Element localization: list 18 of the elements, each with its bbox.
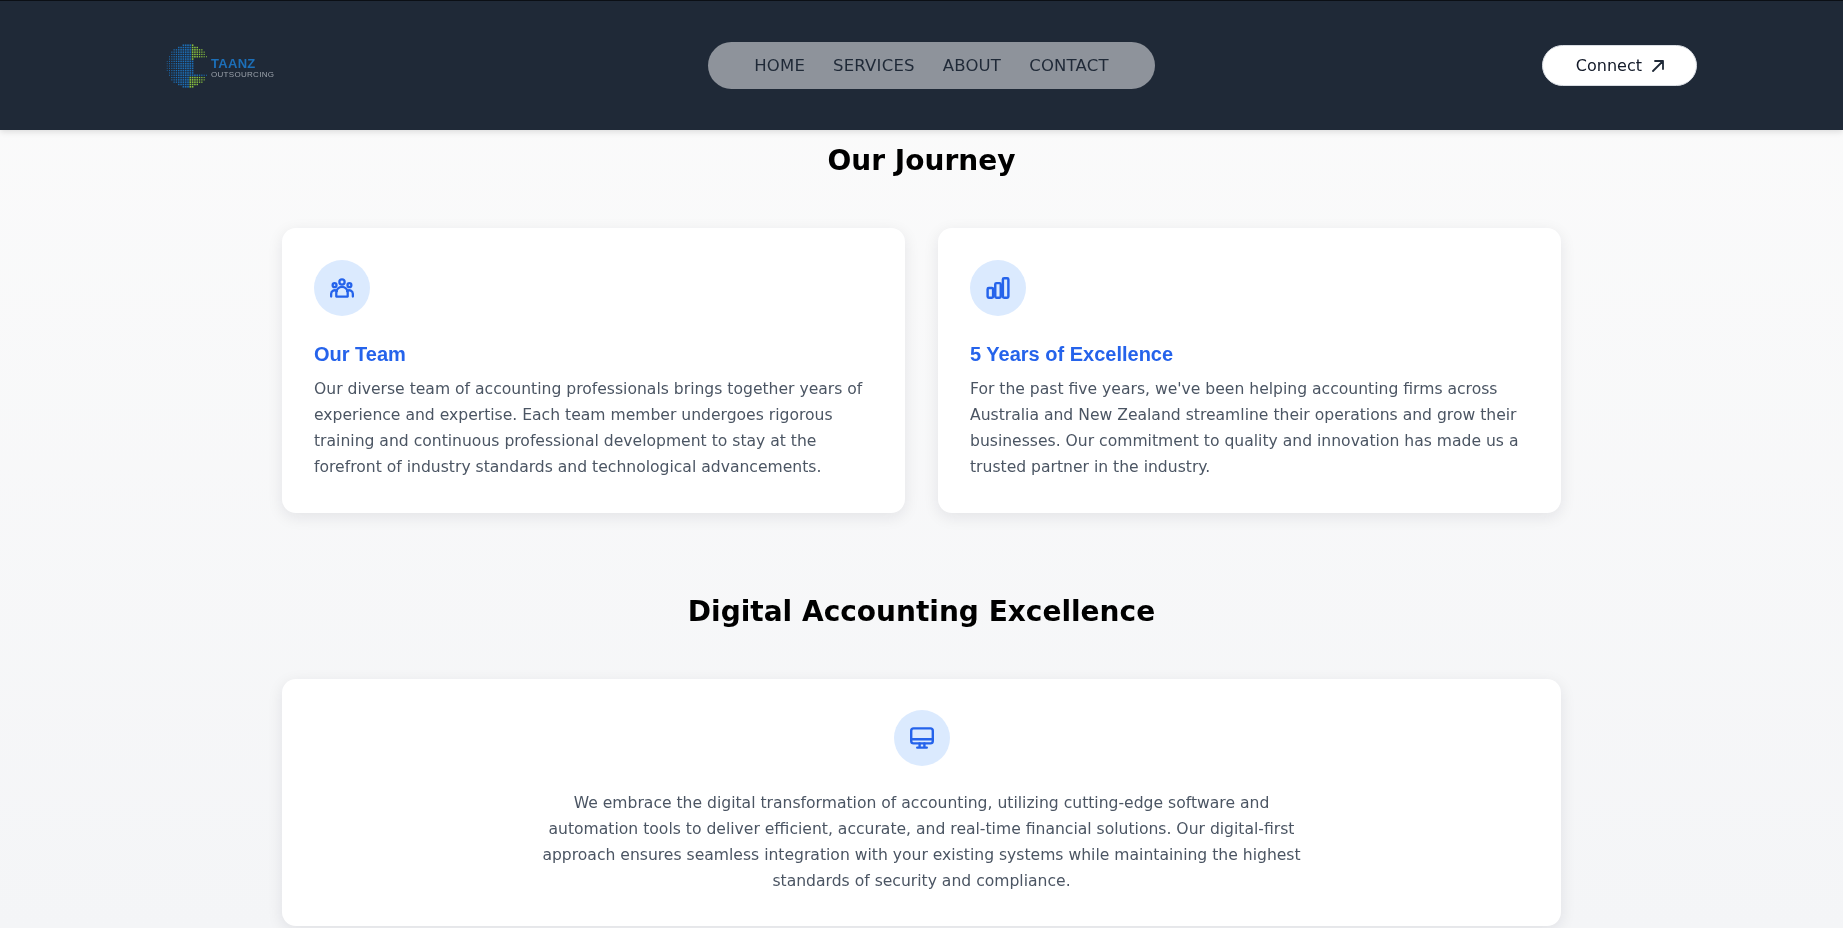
card-title: Our Team [314,342,407,366]
section-heading: Digital Accounting Excellence [686,594,1157,630]
globe-logo-icon[interactable] [166,43,210,88]
section-heading: Our Journey [826,143,1017,179]
logo-name[interactable]: TAANZ [211,58,256,70]
nav-link[interactable]: SERVICES [833,56,915,75]
nav-link[interactable]: CONTACT [1029,56,1109,75]
card-title: 5 Years of Excellence [970,342,1175,366]
connect-button[interactable]: Connect [1541,45,1697,86]
arrow-up-right-icon [1652,59,1664,72]
card-description: We embrace the digital transformation of accounting, utilizing cutting-edge software and automation tools to deliver efficient, accurate, and real-time financial solutions. Our digital-first approach ensures seamless integration with your existing systems while maintaining the highest standards of security and compliance. [541,793,1302,892]
people-group-icon [314,260,370,316]
bar-chart-icon [970,260,1026,316]
nav-link[interactable]: HOME [754,56,806,75]
logo-tagline: OUTSOURCING [211,70,275,79]
card-description: Our diverse team of accounting professionals brings together years of experience and expertise. Each team member undergoes rigorous training and continuous professional development to stay at the forefront of industry standards and technological advancements. [314,379,864,478]
card-description: For the past five years, we've been helping accounting firms across Australia and New Zealand streamline their operations and grow their businesses. Our commitment to quality and innovation has made us a trusted partner in the industry. [970,379,1520,478]
nav-link[interactable]: ABOUT [942,56,1002,75]
